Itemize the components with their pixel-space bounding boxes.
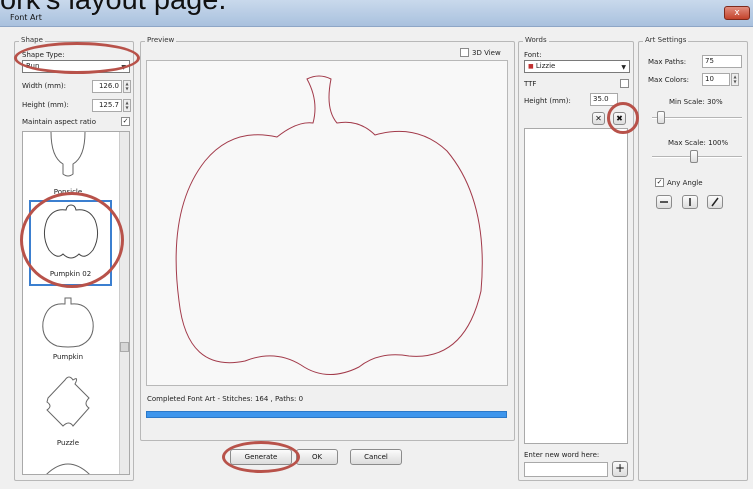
- shape-item-pumpkin-02[interactable]: Pumpkin 02: [29, 200, 112, 286]
- words-list[interactable]: [524, 128, 628, 444]
- add-word-button[interactable]: +: [612, 461, 628, 477]
- pumpkin-shape-icon: [43, 204, 99, 259]
- popsicle-shape-icon: [50, 132, 86, 177]
- delete-word-button[interactable]: ✕: [592, 112, 605, 125]
- shape-item-pumpkin[interactable]: Pumpkin: [23, 292, 113, 362]
- shape-type-select[interactable]: Run ▼: [22, 60, 130, 73]
- shape-list[interactable]: Popsicle Pumpkin 02 Pumpkin Puzzle: [22, 131, 130, 475]
- clear-words-button[interactable]: ✖: [613, 112, 626, 125]
- aspect-ratio-label: Maintain aspect ratio: [22, 118, 96, 126]
- any-angle-label: Any Angle: [667, 179, 703, 187]
- height-label: Height (mm):: [22, 101, 69, 109]
- font-select[interactable]: ■ Lizzie ▼: [524, 60, 630, 73]
- shape-item-popsicle[interactable]: Popsicle: [23, 132, 113, 197]
- chevron-down-icon: ▼: [121, 64, 126, 71]
- shape-item-puzzle[interactable]: Puzzle: [23, 368, 113, 448]
- preview-canvas: [146, 60, 508, 386]
- max-colors-label: Max Colors:: [648, 76, 689, 84]
- caption-overlay-text: ork's layout page.: [0, 0, 227, 16]
- shape-type-label: Shape Type:: [22, 51, 65, 59]
- vertical-angle-button[interactable]: [682, 195, 698, 209]
- max-paths-label: Max Paths:: [648, 58, 687, 66]
- horizontal-line-icon: [660, 201, 668, 203]
- ttf-checkbox[interactable]: [620, 79, 629, 88]
- preview-group-label: Preview: [145, 36, 177, 44]
- chevron-down-icon: ▼: [621, 64, 626, 71]
- horizontal-angle-button[interactable]: [656, 195, 672, 209]
- font-art-window: Font Art x ork's layout page. Shape Shap…: [0, 0, 753, 489]
- puzzle-shape-icon: [46, 376, 90, 427]
- diagonal-line-icon: [711, 197, 719, 207]
- width-field[interactable]: 126.0: [92, 80, 122, 93]
- new-word-label: Enter new word here:: [524, 451, 600, 459]
- font-label: Font:: [524, 51, 542, 59]
- generate-button[interactable]: Generate: [230, 449, 292, 465]
- word-height-label: Height (mm):: [524, 97, 571, 105]
- width-spinner[interactable]: ▲ ▼: [123, 80, 131, 93]
- close-button[interactable]: x: [724, 6, 750, 20]
- max-paths-field[interactable]: 75: [702, 55, 742, 68]
- diagonal-angle-button[interactable]: [707, 195, 723, 209]
- words-group-label: Words: [523, 36, 549, 44]
- art-settings-group: Art Settings: [638, 36, 748, 481]
- max-colors-field[interactable]: 10: [702, 73, 730, 86]
- any-angle-checkbox[interactable]: ✓: [655, 178, 664, 187]
- new-word-input[interactable]: [524, 462, 608, 477]
- cancel-button[interactable]: Cancel: [350, 449, 402, 465]
- view3d-label: 3D View: [472, 49, 501, 57]
- min-scale-label: Min Scale: 30%: [669, 98, 723, 106]
- ok-button[interactable]: OK: [296, 449, 338, 465]
- shape-item-label: Popsicle: [53, 188, 83, 196]
- pumpkin-outline-preview: [175, 75, 483, 376]
- height-field[interactable]: 125.7: [92, 99, 122, 112]
- pumpkin-shape-icon: [42, 297, 94, 348]
- vertical-line-icon: [689, 198, 691, 206]
- height-spinner[interactable]: ▲ ▼: [123, 99, 131, 112]
- shape-item-label: Pumpkin: [52, 353, 84, 361]
- progress-bar: [146, 411, 507, 418]
- min-scale-slider[interactable]: [652, 117, 742, 119]
- partial-shape-icon: [46, 463, 90, 474]
- font-value: Lizzie: [535, 62, 556, 70]
- max-scale-slider-thumb[interactable]: [689, 150, 698, 163]
- shape-item-label: Puzzle: [56, 439, 80, 447]
- status-text: Completed Font Art - Stitches: 164 , Pat…: [147, 395, 304, 403]
- shape-type-value: Run: [26, 62, 40, 70]
- min-scale-slider-thumb[interactable]: [657, 111, 666, 124]
- shape-item-label: Pumpkin 02: [49, 270, 92, 278]
- shape-list-scrollbar[interactable]: [119, 132, 129, 474]
- scrollbar-thumb[interactable]: [120, 342, 129, 352]
- view3d-checkbox[interactable]: [460, 48, 469, 57]
- font-type-icon: ■: [528, 63, 534, 70]
- max-scale-label: Max Scale: 100%: [668, 139, 729, 147]
- aspect-ratio-checkbox[interactable]: ✓: [121, 117, 130, 126]
- shape-group-label: Shape: [19, 36, 45, 44]
- width-label: Width (mm):: [22, 82, 67, 90]
- word-height-field[interactable]: 35.0: [590, 93, 618, 106]
- art-settings-group-label: Art Settings: [643, 36, 689, 44]
- max-colors-spinner[interactable]: ▲ ▼: [731, 73, 739, 86]
- ttf-label: TTF: [524, 80, 537, 88]
